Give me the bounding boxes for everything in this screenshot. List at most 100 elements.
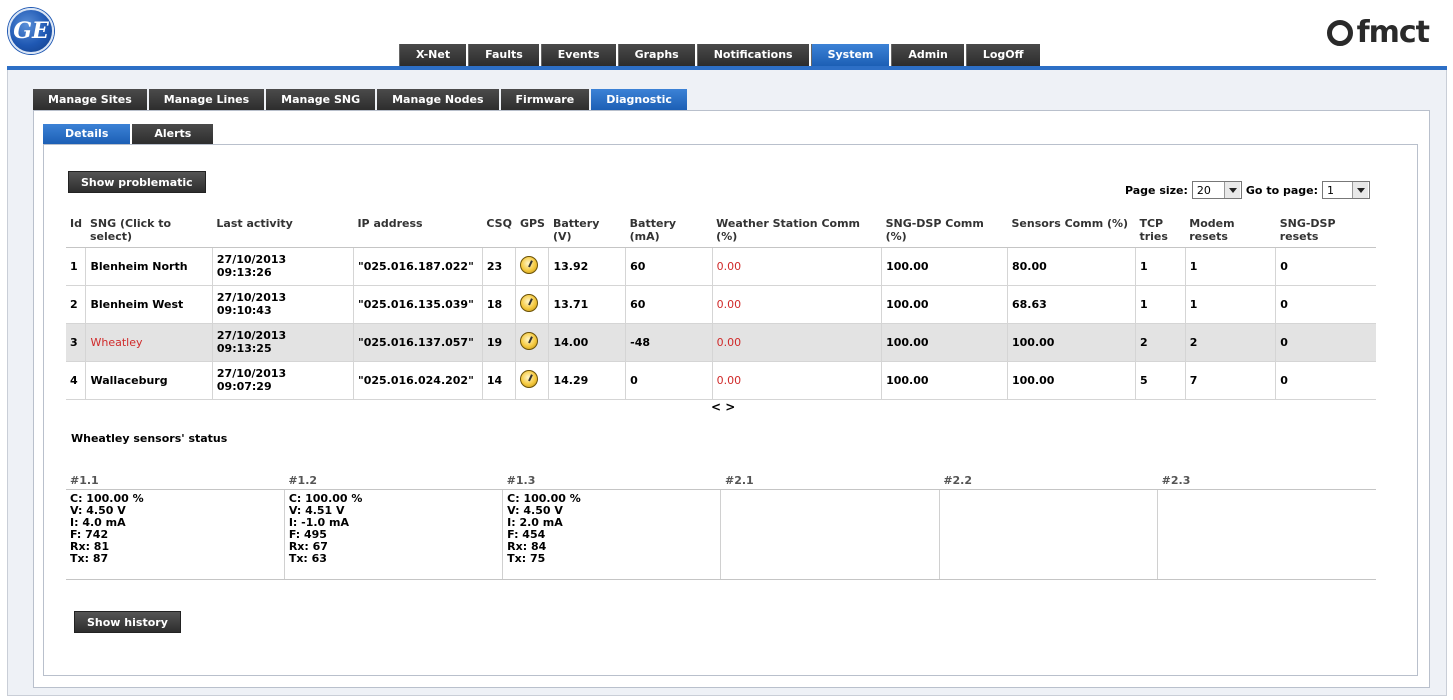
inner-nav: Details Alerts bbox=[43, 124, 215, 144]
gps-compass-icon[interactable] bbox=[520, 369, 539, 388]
cell-sensors-comm: 68.63 bbox=[1007, 285, 1136, 324]
cell-id: 4 bbox=[66, 361, 87, 400]
gps-compass-icon[interactable] bbox=[520, 293, 539, 312]
tab-notifications[interactable]: Notifications bbox=[696, 44, 809, 66]
cell-battery-ma: 60 bbox=[625, 285, 713, 324]
col-battery-v[interactable]: Battery (V) bbox=[548, 214, 626, 248]
col-tcp-tries[interactable]: TCP tries bbox=[1135, 214, 1186, 248]
cell-id: 1 bbox=[66, 247, 87, 286]
go-to-page-select[interactable]: 1 bbox=[1322, 181, 1370, 199]
col-id[interactable]: Id bbox=[66, 214, 86, 248]
cell-weather-comm: 0.00 bbox=[712, 285, 883, 324]
cell-modem-resets: 7 bbox=[1185, 361, 1277, 400]
cell-modem-resets: 1 bbox=[1185, 247, 1277, 286]
cell-last-activity: 27/10/2013 09:07:29 bbox=[212, 361, 354, 400]
cell-gps[interactable] bbox=[515, 285, 550, 324]
page-size-label: Page size: bbox=[1124, 183, 1188, 197]
cell-sng[interactable]: Blenheim North bbox=[85, 247, 213, 286]
gps-compass-icon[interactable] bbox=[520, 331, 539, 350]
grid-header-row: Id SNG (Click to select) Last activity I… bbox=[66, 214, 1376, 248]
cell-battery-v: 13.71 bbox=[548, 285, 627, 324]
cell-sng-dsp-comm: 100.00 bbox=[881, 247, 1008, 286]
table-row[interactable]: 2 Blenheim West 27/10/2013 09:10:43 "025.… bbox=[66, 285, 1376, 324]
last-time: 09:13:25 bbox=[216, 342, 272, 355]
tab-events[interactable]: Events bbox=[540, 44, 616, 66]
sensor-tx: Tx: 63 bbox=[288, 552, 327, 565]
col-last-activity[interactable]: Last activity bbox=[212, 214, 354, 248]
last-date: 27/10/2013 bbox=[216, 253, 287, 266]
table-row[interactable]: 1 Blenheim North 27/10/2013 09:13:26 "025… bbox=[66, 247, 1376, 286]
tab-firmware[interactable]: Firmware bbox=[500, 89, 590, 110]
grid-scroll-arrows[interactable]: < > bbox=[711, 400, 735, 414]
col-weather-comm[interactable]: Weather Station Comm (%) bbox=[712, 214, 882, 248]
tab-system[interactable]: System bbox=[810, 44, 890, 66]
cell-battery-v: 13.92 bbox=[548, 247, 627, 286]
sensor-col-1-3: #1.3 bbox=[502, 472, 721, 490]
tab-admin[interactable]: Admin bbox=[891, 44, 964, 66]
cell-gps[interactable] bbox=[515, 247, 550, 286]
tab-manage-sites[interactable]: Manage Sites bbox=[33, 89, 147, 110]
col-csq[interactable]: CSQ bbox=[482, 214, 516, 248]
cell-sng-dsp-resets: 0 bbox=[1275, 285, 1376, 324]
tab-xnet[interactable]: X-Net bbox=[399, 44, 467, 66]
cell-sensors-comm: 80.00 bbox=[1007, 247, 1136, 286]
cell-gps[interactable] bbox=[515, 323, 550, 362]
sensors-status-table: #1.1 #1.2 #1.3 #2.1 #2.2 #2.3 C: 100.00 … bbox=[66, 472, 1376, 580]
col-battery-ma[interactable]: Battery (mA) bbox=[625, 214, 713, 248]
sensor-col-1-1: #1.1 bbox=[66, 472, 285, 490]
sensors-status-title: Wheatley sensors' status bbox=[71, 432, 228, 445]
sng-grid: Id SNG (Click to select) Last activity I… bbox=[66, 214, 1376, 400]
chevron-down-icon[interactable] bbox=[1223, 182, 1240, 198]
sensor-header-row: #1.1 #1.2 #1.3 #2.1 #2.2 #2.3 bbox=[66, 472, 1376, 490]
col-sng-dsp-comm[interactable]: SNG-DSP Comm (%) bbox=[881, 214, 1008, 248]
tab-diagnostic[interactable]: Diagnostic bbox=[591, 89, 687, 110]
show-problematic-button[interactable]: Show problematic bbox=[68, 171, 206, 193]
cell-sng[interactable]: Wallaceburg bbox=[85, 361, 213, 400]
sensor-cell: C: 100.00 % V: 4.51 V I: -1.0 mA F: 495 … bbox=[284, 489, 504, 580]
tab-graphs[interactable]: Graphs bbox=[617, 44, 695, 66]
col-ip-address[interactable]: IP address bbox=[353, 214, 483, 248]
cell-ip: "025.016.024.202" bbox=[353, 361, 483, 400]
show-history-button[interactable]: Show history bbox=[74, 611, 181, 633]
cell-sensors-comm: 100.00 bbox=[1007, 323, 1136, 362]
go-to-page-label: Go to page: bbox=[1245, 183, 1318, 197]
cell-ip: "025.016.187.022" bbox=[353, 247, 483, 286]
cell-tcp-tries: 1 bbox=[1135, 247, 1186, 286]
cell-sng[interactable]: Blenheim West bbox=[85, 285, 213, 324]
sensor-cell-empty bbox=[1157, 489, 1376, 580]
page-size-value: 20 bbox=[1196, 183, 1211, 197]
cell-ip: "025.016.135.039" bbox=[353, 285, 483, 324]
cell-tcp-tries: 2 bbox=[1135, 323, 1186, 362]
table-row[interactable]: 4 Wallaceburg 27/10/2013 09:07:29 "025.01… bbox=[66, 361, 1376, 400]
fmct-logo-text: fmct bbox=[1356, 15, 1430, 50]
tab-details[interactable]: Details bbox=[43, 124, 131, 144]
col-sng[interactable]: SNG (Click to select) bbox=[85, 214, 213, 248]
tab-manage-nodes[interactable]: Manage Nodes bbox=[377, 89, 499, 110]
table-row-selected[interactable]: 3 Wheatley 27/10/2013 09:13:25 "025.016.1… bbox=[66, 323, 1376, 362]
cell-gps[interactable] bbox=[515, 361, 550, 400]
page-size-select[interactable]: 20 bbox=[1191, 181, 1242, 199]
tab-logoff[interactable]: LogOff bbox=[965, 44, 1040, 66]
col-gps[interactable]: GPS bbox=[515, 214, 549, 248]
cell-csq: 18 bbox=[482, 285, 517, 324]
cell-last-activity: 27/10/2013 09:10:43 bbox=[212, 285, 354, 324]
main-nav: X-Net Faults Events Graphs Notifications… bbox=[399, 44, 1042, 66]
tab-manage-lines[interactable]: Manage Lines bbox=[148, 89, 265, 110]
tab-manage-sng[interactable]: Manage SNG bbox=[266, 89, 376, 110]
go-to-page-value: 1 bbox=[1327, 183, 1334, 197]
col-sng-dsp-resets[interactable]: SNG-DSP resets bbox=[1275, 214, 1376, 248]
tab-faults[interactable]: Faults bbox=[468, 44, 539, 66]
sensor-values-row: C: 100.00 % V: 4.50 V I: 4.0 mA F: 742 R… bbox=[66, 489, 1376, 580]
cell-modem-resets: 1 bbox=[1185, 285, 1277, 324]
sensor-col-1-2: #1.2 bbox=[284, 472, 503, 490]
col-sensors-comm[interactable]: Sensors Comm (%) bbox=[1007, 214, 1136, 248]
cell-sng[interactable]: Wheatley bbox=[85, 323, 213, 362]
col-modem-resets[interactable]: Modem resets bbox=[1185, 214, 1276, 248]
sensor-cell-empty bbox=[720, 489, 940, 580]
gps-compass-icon[interactable] bbox=[520, 255, 539, 274]
last-time: 09:13:26 bbox=[216, 266, 272, 279]
sensor-col-2-2: #2.2 bbox=[939, 472, 1158, 490]
chevron-down-icon[interactable] bbox=[1352, 182, 1368, 198]
tab-alerts[interactable]: Alerts bbox=[132, 124, 214, 144]
cell-sng-dsp-resets: 0 bbox=[1275, 247, 1376, 286]
